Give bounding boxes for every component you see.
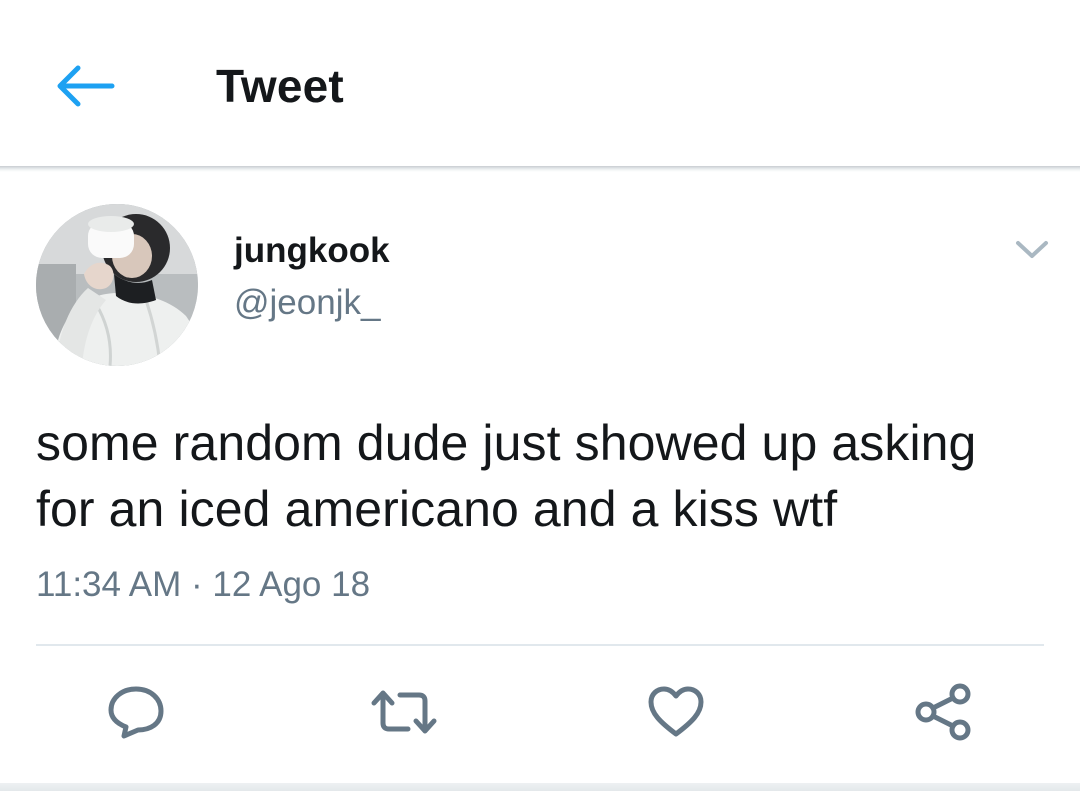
reply-icon — [106, 684, 166, 740]
bottom-divider — [0, 783, 1080, 791]
header-divider — [0, 166, 1080, 172]
like-button[interactable] — [642, 680, 710, 744]
retweet-icon — [370, 687, 438, 737]
action-divider — [36, 644, 1044, 646]
display-name[interactable]: jungkook — [234, 230, 390, 272]
tweet-timestamp: 11:34 AM · 12 Ago 18 — [36, 565, 371, 604]
user-handle[interactable]: @jeonjk_ — [234, 282, 380, 324]
share-button[interactable] — [910, 680, 978, 744]
arrow-left-icon — [56, 64, 116, 108]
page-title: Tweet — [216, 60, 344, 112]
heart-icon — [646, 684, 706, 740]
chevron-down-icon — [1015, 240, 1049, 260]
share-icon — [914, 682, 974, 742]
retweet-button[interactable] — [370, 680, 438, 744]
back-button[interactable] — [48, 48, 124, 124]
reply-button[interactable] — [102, 680, 170, 744]
tweet-detail-screen: Tweet jungkook @jeonjk_ some random dude… — [0, 0, 1080, 791]
tweet-text: some random dude just showed up asking f… — [36, 415, 977, 537]
avatar[interactable] — [36, 204, 198, 366]
top-app-bar: Tweet — [0, 0, 1080, 166]
tweet-menu-button[interactable] — [1004, 224, 1060, 276]
